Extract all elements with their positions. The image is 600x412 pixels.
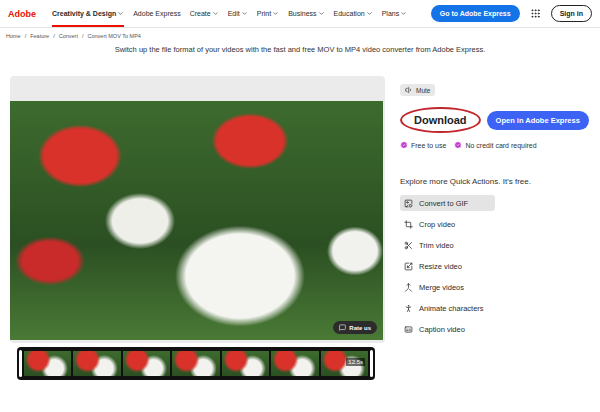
- perk: No credit card required: [454, 141, 536, 149]
- perk: Free to use: [400, 141, 446, 149]
- merge-icon: [404, 283, 413, 292]
- download-button[interactable]: Download: [400, 107, 481, 133]
- trim-handle[interactable]: [19, 350, 22, 377]
- quick-actions-title: Explore more Quick Actions. It's free.: [400, 177, 590, 186]
- person-icon: [404, 304, 413, 313]
- nav-item[interactable]: Creativity & Design: [52, 1, 124, 27]
- chevron-down-icon: [241, 10, 248, 17]
- chevron-down-icon: [366, 10, 373, 17]
- scissors-icon: [404, 241, 413, 250]
- quick-action-item[interactable]: Trim video: [400, 237, 495, 253]
- captions-icon: [404, 325, 413, 334]
- gif-icon: [404, 199, 413, 208]
- feedback-icon: [339, 324, 346, 331]
- sign-in-button[interactable]: Sign in: [551, 5, 592, 22]
- crop-icon: [404, 220, 413, 229]
- video-frame[interactable]: Rate us: [10, 101, 383, 340]
- quick-action-item[interactable]: Caption video: [400, 321, 495, 337]
- quick-action-item[interactable]: Animate characters: [400, 300, 495, 316]
- duration-label: 12.5s: [346, 358, 365, 366]
- quick-action-item[interactable]: Resize video: [400, 258, 495, 274]
- quick-action-item[interactable]: Crop video: [400, 216, 495, 232]
- chevron-down-icon: [117, 10, 124, 17]
- chevron-down-icon: [272, 10, 279, 17]
- breadcrumb: Home/Feature/Convert/Convert MOV To MP4: [0, 28, 600, 39]
- chevron-down-icon: [212, 10, 219, 17]
- breadcrumb-separator: /: [82, 33, 84, 39]
- nav-item[interactable]: Adobe Express: [133, 1, 180, 27]
- video-panel: Rate us: [10, 76, 385, 343]
- quick-actions-list: Convert to GIF Crop video Trim video Resize…: [400, 195, 590, 337]
- nav-item[interactable]: Business: [288, 1, 324, 27]
- timeline[interactable]: 12.5s: [17, 347, 375, 380]
- rate-us-button[interactable]: Rate us: [333, 321, 377, 334]
- go-to-express-button[interactable]: Go to Adobe Express: [431, 5, 520, 22]
- page: AdobeCreativity & DesignAdobe ExpressCre…: [0, 0, 600, 412]
- nav-item[interactable]: Create: [190, 1, 219, 27]
- timeline-thumbnail: [222, 351, 269, 376]
- main: Rate us 12.5s Mute Download Open in Adobe Ex…: [0, 54, 600, 380]
- chevron-down-icon: [400, 10, 407, 17]
- timeline-thumbnail: [172, 351, 219, 376]
- breadcrumb-separator: /: [25, 33, 27, 39]
- nav-item[interactable]: Print: [257, 1, 279, 27]
- check-circle-icon: [400, 141, 408, 149]
- breadcrumb-separator: /: [53, 33, 55, 39]
- quick-action-item[interactable]: Merge videos: [400, 279, 495, 295]
- mute-button[interactable]: Mute: [400, 84, 435, 96]
- breadcrumb-item[interactable]: Convert: [59, 33, 78, 39]
- timeline-thumbnail: [24, 351, 71, 376]
- subtitle: Switch up the file format of your videos…: [0, 39, 600, 54]
- speaker-icon: [405, 86, 413, 94]
- breadcrumb-item[interactable]: Home: [6, 33, 21, 39]
- player-column: Rate us 12.5s: [10, 76, 385, 380]
- resize-icon: [404, 262, 413, 271]
- timeline-thumbnail: [123, 351, 170, 376]
- breadcrumb-item[interactable]: Convert MOV To MP4: [88, 33, 141, 39]
- perks: Free to use No credit card required: [400, 141, 590, 149]
- nav-list: Creativity & Design Adobe Express Create Ed…: [52, 1, 421, 27]
- action-row: Download Open in Adobe Express: [400, 107, 590, 133]
- chevron-down-icon: [318, 10, 325, 17]
- top-nav: AdobeCreativity & DesignAdobe ExpressCre…: [0, 0, 600, 28]
- apps-grid-icon[interactable]: [530, 8, 541, 19]
- quick-action-item[interactable]: Convert to GIF: [400, 195, 495, 211]
- adobe-logo[interactable]: Adobe: [8, 9, 42, 19]
- breadcrumb-item[interactable]: Feature: [30, 33, 49, 39]
- actions-column: Mute Download Open in Adobe Express Free to…: [400, 76, 590, 380]
- nav-item[interactable]: Edit: [228, 1, 248, 27]
- open-in-express-button[interactable]: Open in Adobe Express: [487, 111, 589, 130]
- timeline-thumbnail: [271, 351, 318, 376]
- trim-handle[interactable]: [370, 350, 373, 377]
- nav-item[interactable]: Education: [334, 1, 373, 27]
- timeline-thumbnail: [73, 351, 120, 376]
- check-circle-icon: [454, 141, 462, 149]
- nav-item[interactable]: Plans: [382, 1, 408, 27]
